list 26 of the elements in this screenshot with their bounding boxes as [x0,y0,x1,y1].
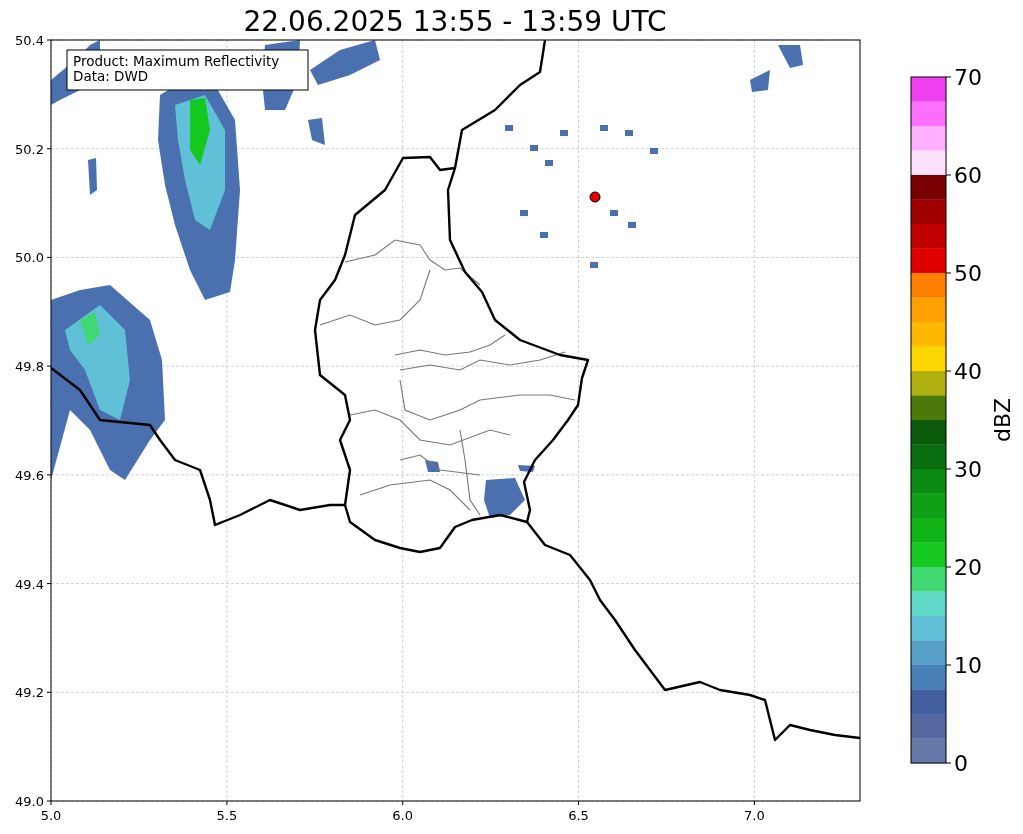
y-axis-tick-label: 50.2 [15,141,44,157]
y-axis-tick-label: 49.0 [15,794,44,809]
colorbar-tick-label: 70 [954,65,982,90]
x-axis-tick-label: 6.0 [392,808,414,823]
colorbar-tick-label: 50 [954,261,982,286]
info-text: Data: DWD [73,68,149,84]
colorbar-tick-label: 40 [954,359,982,384]
x-axis-tick-label: 5.0 [40,808,62,823]
x-axis-tick-label: 5.5 [216,808,238,823]
x-axis-tick-label: 6.5 [568,808,589,823]
y-axis-tick-label: 49.4 [15,576,44,592]
y-axis-tick-label: 49.2 [15,685,44,701]
y-axis-tick-label: 50.0 [15,250,44,266]
colorbar-label: dBZ [990,397,1015,443]
x-axis-tick-label: 7.0 [744,808,765,823]
y-axis-tick-label: 49.6 [15,467,44,483]
chart-title: 22.06.2025 13:55 - 13:59 UTC [243,5,667,38]
y-axis-tick-label: 49.8 [15,359,44,375]
colorbar-tick-label: 60 [954,163,982,188]
radar-site-marker [589,191,601,203]
colorbar-tick-label: 0 [954,751,968,776]
colorbar-tick-label: 20 [954,555,982,580]
colorbar-tick-label: 10 [954,653,982,678]
colorbar-tick-label: 30 [954,457,982,482]
y-axis-tick-label: 50.4 [15,33,44,48]
info-text: Product: Maximum Reflectivity [73,53,280,69]
